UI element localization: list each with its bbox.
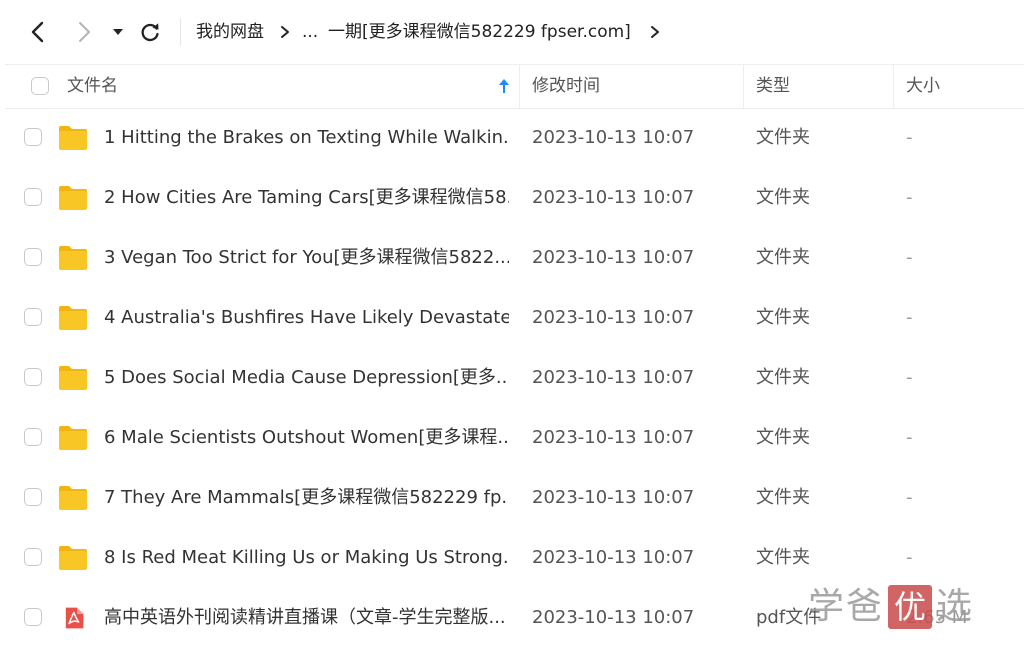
- pdf-icon: [65, 607, 84, 629]
- file-name[interactable]: 8 Is Red Meat Killing Us or Making Us St…: [104, 546, 509, 570]
- row-checkbox[interactable]: [24, 368, 42, 386]
- toolbar-divider: [180, 18, 181, 46]
- file-modified: 2023-10-13 10:07: [532, 427, 695, 448]
- column-divider[interactable]: [743, 65, 744, 108]
- file-type: 文件夹: [756, 547, 810, 568]
- file-size: -: [906, 307, 913, 328]
- breadcrumb-expand-icon[interactable]: [648, 20, 662, 44]
- column-header-name[interactable]: 文件名: [67, 65, 118, 108]
- folder-icon: [59, 366, 87, 390]
- table-row[interactable]: 高中英语外刊阅读精讲直播课（文章-学生完整版... 2023-10-13 10:…: [5, 588, 1024, 648]
- file-name[interactable]: 4 Australia's Bushfires Have Likely Deva…: [104, 306, 509, 330]
- file-size: -: [906, 487, 913, 508]
- table-row[interactable]: 5 Does Social Media Cause Depression[更多.…: [5, 348, 1024, 408]
- file-size: 2.65 M: [906, 607, 968, 628]
- table-row[interactable]: 1 Hitting the Brakes on Texting While Wa…: [5, 108, 1024, 168]
- row-checkbox[interactable]: [24, 548, 42, 566]
- column-header-modified[interactable]: 修改时间: [532, 65, 600, 108]
- file-type: 文件夹: [756, 187, 810, 208]
- select-all-checkbox[interactable]: [31, 77, 49, 95]
- folder-icon: [59, 486, 87, 510]
- file-size: -: [906, 127, 913, 148]
- file-modified: 2023-10-13 10:07: [532, 247, 695, 268]
- chevron-right-icon: [79, 22, 90, 42]
- row-checkbox[interactable]: [24, 308, 42, 326]
- toolbar: 我的网盘 ... 一期[更多课程微信582229 fpser.com]: [0, 0, 1024, 64]
- table-row[interactable]: 7 They Are Mammals[更多课程微信582229 fp... 20…: [5, 468, 1024, 528]
- breadcrumb-ellipsis[interactable]: ...: [302, 20, 318, 44]
- file-name[interactable]: 3 Vegan Too Strict for You[更多课程微信5822...: [104, 246, 509, 270]
- row-checkbox[interactable]: [24, 608, 42, 626]
- file-size: -: [906, 247, 913, 268]
- file-modified: 2023-10-13 10:07: [532, 607, 695, 628]
- caret-down-icon: [113, 29, 123, 35]
- row-checkbox[interactable]: [24, 248, 42, 266]
- breadcrumb-separator-icon: [278, 20, 292, 44]
- row-checkbox[interactable]: [24, 428, 42, 446]
- folder-icon: [59, 246, 87, 270]
- folder-icon: [59, 546, 87, 570]
- row-checkbox[interactable]: [24, 188, 42, 206]
- file-modified: 2023-10-13 10:07: [532, 307, 695, 328]
- table-row[interactable]: 2 How Cities Are Taming Cars[更多课程微信58...…: [5, 168, 1024, 228]
- file-name[interactable]: 2 How Cities Are Taming Cars[更多课程微信58...: [104, 186, 509, 210]
- file-size: -: [906, 427, 913, 448]
- file-size: -: [906, 187, 913, 208]
- table-row[interactable]: 4 Australia's Bushfires Have Likely Deva…: [5, 288, 1024, 348]
- folder-icon: [59, 126, 87, 150]
- forward-button[interactable]: [70, 18, 98, 46]
- breadcrumb-root[interactable]: 我的网盘: [196, 20, 264, 44]
- file-modified: 2023-10-13 10:07: [532, 367, 695, 388]
- file-type: 文件夹: [756, 307, 810, 328]
- file-modified: 2023-10-13 10:07: [532, 547, 695, 568]
- file-name[interactable]: 6 Male Scientists Outshout Women[更多课程...: [104, 426, 509, 450]
- refresh-icon: [141, 23, 159, 42]
- folder-icon: [59, 186, 87, 210]
- column-divider[interactable]: [519, 65, 520, 108]
- breadcrumb-current[interactable]: 一期[更多课程微信582229 fpser.com]: [328, 20, 631, 44]
- folder-icon: [59, 306, 87, 330]
- file-modified: 2023-10-13 10:07: [532, 487, 695, 508]
- file-type: 文件夹: [756, 247, 810, 268]
- table-header: 文件名 修改时间 类型 大小: [5, 64, 1024, 109]
- sort-ascending-icon[interactable]: [497, 77, 511, 97]
- file-type: 文件夹: [756, 487, 810, 508]
- row-checkbox[interactable]: [24, 128, 42, 146]
- file-name[interactable]: 5 Does Social Media Cause Depression[更多.…: [104, 366, 509, 390]
- file-name[interactable]: 1 Hitting the Brakes on Texting While Wa…: [104, 126, 509, 150]
- file-type: 文件夹: [756, 127, 810, 148]
- file-size: -: [906, 367, 913, 388]
- column-header-size[interactable]: 大小: [906, 65, 940, 108]
- file-modified: 2023-10-13 10:07: [532, 127, 695, 148]
- back-button[interactable]: [24, 18, 52, 46]
- column-divider[interactable]: [893, 65, 894, 108]
- file-type: 文件夹: [756, 367, 810, 388]
- file-size: -: [906, 547, 913, 568]
- table-row[interactable]: 6 Male Scientists Outshout Women[更多课程...…: [5, 408, 1024, 468]
- chevron-left-icon: [31, 21, 44, 43]
- file-type: pdf文件: [756, 607, 822, 628]
- file-name[interactable]: 高中英语外刊阅读精讲直播课（文章-学生完整版...: [104, 606, 509, 630]
- file-modified: 2023-10-13 10:07: [532, 187, 695, 208]
- refresh-button[interactable]: [136, 18, 164, 46]
- file-name[interactable]: 7 They Are Mammals[更多课程微信582229 fp...: [104, 486, 509, 510]
- file-type: 文件夹: [756, 427, 810, 448]
- history-dropdown-button[interactable]: [106, 18, 130, 46]
- folder-icon: [59, 426, 87, 450]
- table-row[interactable]: 8 Is Red Meat Killing Us or Making Us St…: [5, 528, 1024, 588]
- column-header-type[interactable]: 类型: [756, 65, 790, 108]
- table-row[interactable]: 3 Vegan Too Strict for You[更多课程微信5822...…: [5, 228, 1024, 288]
- row-checkbox[interactable]: [24, 488, 42, 506]
